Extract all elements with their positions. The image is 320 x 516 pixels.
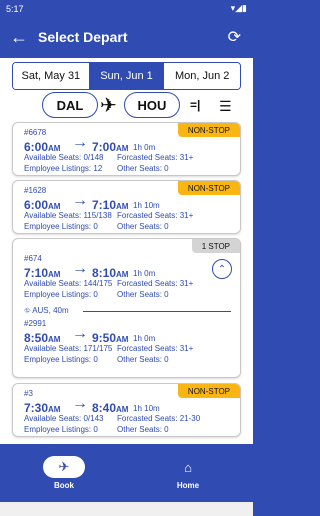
other-seats: Other Seats: 0 [117, 222, 169, 231]
date-tab-selected[interactable]: Sun, Jun 1 [88, 63, 165, 89]
flight-duration: 1h 10m [133, 404, 160, 413]
layover-text: AUS, 40m [32, 306, 69, 315]
flight-card[interactable]: NON-STOP #6678 6:00AM → 7:00AM 1h 0m Ava… [12, 122, 241, 176]
date-tab-prev[interactable]: Sat, May 31 [13, 63, 89, 89]
refresh-icon[interactable]: ⟳ [228, 27, 241, 47]
other-seats: Other Seats: 0 [117, 290, 169, 299]
forecasted-seats: Forcasted Seats: 21-30 [117, 414, 201, 423]
other-seats: Other Seats: 0 [117, 164, 169, 173]
connection-icon: ⛗ [24, 306, 31, 315]
status-icons: ▾◢▮ [230, 3, 247, 13]
arrow-right-icon: → [72, 395, 88, 412]
nonstop-badge: NON-STOP [177, 181, 240, 195]
other-seats: Other Seats: 0 [117, 355, 169, 364]
nav-label-book: Book [54, 481, 74, 490]
depart-ampm: AM [48, 202, 61, 211]
system-gesture-bar [0, 502, 253, 516]
chevron-up-icon[interactable]: ⌃ [212, 259, 232, 279]
nav-item-home[interactable]: ⌂ Home [166, 456, 210, 496]
arrive-time: 8:10 [92, 266, 117, 280]
arrive-time: 7:00 [92, 140, 117, 154]
arrive-ampm: AM [116, 335, 129, 344]
forecasted-seats: Forcasted Seats: 31+ [117, 211, 194, 220]
one-stop-badge: 1 STOP [191, 239, 240, 253]
flight-number: #674 [24, 254, 42, 263]
flight-duration: 1h 0m [133, 143, 156, 152]
flight-number: #1628 [24, 186, 47, 195]
flight-number: #2991 [24, 319, 47, 328]
arrow-right-icon: → [72, 134, 88, 151]
employee-listings: Employee Listings: 0 [24, 290, 98, 299]
status-time: 5:17 [6, 4, 24, 14]
flight-duration: 1h 10m [133, 201, 160, 210]
swap-icon[interactable]: =| [190, 98, 200, 112]
bottom-navigation: ✈ Book ⌂ Home [0, 444, 253, 502]
home-icon: ⌂ [184, 459, 192, 475]
flight-number: #6678 [24, 128, 47, 137]
depart-ampm: AM [48, 335, 61, 344]
arrow-left-icon[interactable]: ← [10, 27, 28, 48]
employee-listings: Employee Listings: 0 [24, 425, 98, 434]
date-tab-next[interactable]: Mon, Jun 2 [164, 63, 240, 89]
arrow-right-icon: → [72, 325, 88, 342]
employee-listings: Employee Listings: 0 [24, 222, 98, 231]
forecasted-seats: Forcasted Seats: 31+ [117, 279, 194, 288]
arrive-ampm: AM [116, 405, 129, 414]
available-seats: Available Seats: 171/175 [24, 344, 113, 353]
filter-icon[interactable]: ☰ [219, 98, 232, 115]
arrive-time: 8:40 [92, 401, 117, 415]
app-bar: ← Select Depart ⟳ [0, 18, 253, 58]
arrive-ampm: AM [116, 270, 129, 279]
available-seats: Available Seats: 144/175 [24, 279, 113, 288]
arrow-right-icon: → [72, 260, 88, 277]
depart-ampm: AM [48, 270, 61, 279]
date-tabs: Sat, May 31 Sun, Jun 1 Mon, Jun 2 [12, 62, 241, 90]
airplane-icon: ✈ [100, 95, 117, 117]
status-bar: 5:17 ▾◢▮ [0, 0, 253, 18]
available-seats: Available Seats: 0/143 [24, 414, 104, 423]
arrive-time: 9:50 [92, 331, 117, 345]
flight-card[interactable]: NON-STOP #1628 6:00AM → 7:10AM 1h 10m Av… [12, 180, 241, 234]
nonstop-badge: NON-STOP [177, 384, 240, 398]
layover-label: ⛗ AUS, 40m [24, 306, 69, 316]
arrive-ampm: AM [116, 144, 129, 153]
flight-duration: 1h 0m [133, 269, 156, 278]
arrive-ampm: AM [116, 202, 129, 211]
page-title: Select Depart [38, 29, 128, 45]
layover-divider [83, 311, 231, 312]
depart-time: 8:50 [24, 331, 49, 345]
route-selector: DAL ✈ HOU =| ☰ [0, 92, 253, 122]
flight-card[interactable]: NON-STOP #3 7:30AM → 8:40AM 1h 10m Avail… [12, 383, 241, 437]
forecasted-seats: Forcasted Seats: 31+ [117, 153, 194, 162]
other-seats: Other Seats: 0 [117, 425, 169, 434]
available-seats: Available Seats: 115/138 [24, 211, 112, 220]
forecasted-seats: Forcasted Seats: 31+ [117, 344, 194, 353]
origin-airport-button[interactable]: DAL [42, 92, 98, 118]
nav-label-home: Home [176, 481, 200, 490]
depart-time: 6:00 [24, 198, 49, 212]
available-seats: Available Seats: 0/148 [24, 153, 104, 162]
depart-time: 6:00 [24, 140, 49, 154]
flight-card-connecting[interactable]: 1 STOP ⌃ #674 7:10AM → 8:10AM 1h 0m Avai… [12, 238, 241, 378]
arrow-right-icon: → [72, 192, 88, 209]
arrive-time: 7:10 [92, 198, 117, 212]
nav-item-book[interactable]: ✈ Book [42, 456, 86, 496]
flight-number: #3 [24, 389, 33, 398]
depart-ampm: AM [48, 144, 61, 153]
depart-time: 7:10 [24, 266, 49, 280]
flight-list-content: Sat, May 31 Sun, Jun 1 Mon, Jun 2 DAL ✈ … [0, 58, 253, 444]
depart-ampm: AM [48, 405, 61, 414]
employee-listings: Employee Listings: 12 [24, 164, 103, 173]
nonstop-badge: NON-STOP [177, 123, 240, 137]
destination-airport-button[interactable]: HOU [124, 92, 180, 118]
flight-duration: 1h 0m [133, 334, 156, 343]
depart-time: 7:30 [24, 401, 49, 415]
airplane-icon: ✈ [43, 456, 85, 478]
employee-listings: Employee Listings: 0 [24, 355, 98, 364]
